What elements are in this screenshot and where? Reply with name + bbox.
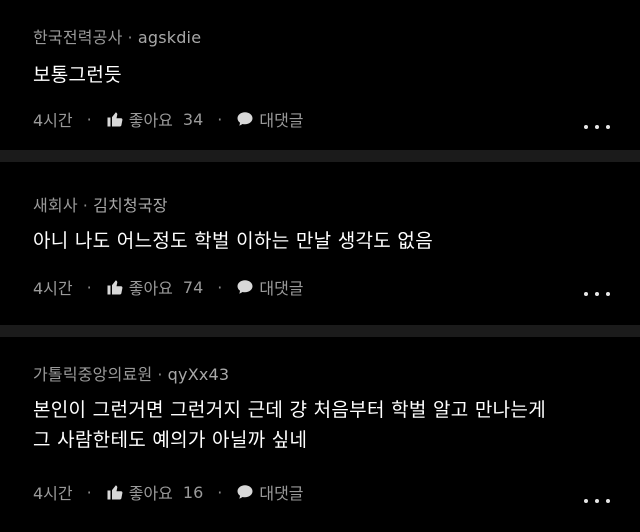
nickname[interactable]: agskdie: [138, 28, 201, 47]
thumbs-up-icon: [107, 280, 123, 295]
meta-separator: ·: [127, 28, 133, 47]
more-options-button[interactable]: [584, 497, 610, 505]
comment-actions: 4시간 · 좋아요 74 · 대댓글: [33, 275, 304, 299]
time-stamp: 4시간: [33, 111, 73, 130]
like-count: 74: [182, 277, 204, 297]
speech-bubble-icon: [237, 112, 253, 126]
comment-author: 새회사 · 김치청국장: [33, 192, 168, 216]
speech-bubble-icon: [237, 485, 253, 499]
more-horizontal-icon: [584, 499, 588, 503]
nickname[interactable]: 김치청국장: [93, 196, 168, 215]
meta-separator: ·: [82, 196, 89, 215]
like-label: 좋아요: [128, 484, 173, 503]
action-separator: ·: [86, 482, 92, 502]
comment-line: 아니 나도 어느정도 학벌 이하는 만날 생각도 없음: [33, 230, 433, 252]
comment-actions: 4시간 · 좋아요 16 · 대댓글: [33, 480, 304, 504]
like-count: 34: [182, 109, 204, 129]
speech-bubble-icon: [237, 280, 253, 294]
comment-item: 한국전력공사 · agskdie 보통그런듯 4시간 · 좋아요 34 · 대댓글: [0, 0, 640, 150]
like-count: 16: [182, 482, 204, 502]
company-name: 새회사: [33, 196, 78, 215]
more-options-button[interactable]: [584, 123, 610, 131]
more-horizontal-icon: [584, 292, 588, 296]
reply-label: 대댓글: [259, 279, 304, 298]
reply-button[interactable]: 대댓글: [236, 480, 304, 504]
like-button[interactable]: 좋아요 34: [106, 107, 204, 131]
nickname[interactable]: qyXx43: [168, 365, 230, 384]
action-separator: ·: [86, 109, 92, 129]
comment-line: 보통그런듯: [33, 64, 122, 86]
thumbs-up-icon: [107, 485, 123, 500]
comment-author: 한국전력공사 · agskdie: [33, 24, 201, 48]
action-separator: ·: [217, 277, 223, 297]
action-separator: ·: [86, 277, 92, 297]
comment-divider: [0, 325, 640, 337]
thumbs-up-icon: [107, 112, 123, 127]
reply-label: 대댓글: [259, 111, 304, 130]
like-button[interactable]: 좋아요 74: [106, 275, 204, 299]
comment-item: 새회사 · 김치청국장 아니 나도 어느정도 학벌 이하는 만날 생각도 없음 4시…: [0, 160, 640, 325]
comment-body: 본인이 그런거면 그런거지 근데 걍 처음부터 학벌 알고 만나는게 그 사람한…: [33, 395, 546, 455]
reply-button[interactable]: 대댓글: [236, 107, 304, 131]
like-button[interactable]: 좋아요 16: [106, 480, 204, 504]
comment-body: 아니 나도 어느정도 학벌 이하는 만날 생각도 없음: [33, 226, 433, 256]
more-options-button[interactable]: [584, 290, 610, 298]
like-label: 좋아요: [128, 279, 173, 298]
comment-line: 그 사람한테도 예의가 아닐까 싶네: [33, 429, 308, 451]
company-name: 한국전력공사: [33, 28, 123, 47]
comment-actions: 4시간 · 좋아요 34 · 대댓글: [33, 107, 304, 131]
meta-separator: ·: [157, 365, 163, 384]
reply-label: 대댓글: [259, 484, 304, 503]
time-stamp: 4시간: [33, 279, 73, 298]
like-label: 좋아요: [128, 111, 173, 130]
comment-line: 본인이 그런거면 그런거지 근데 걍 처음부터 학벌 알고 만나는게: [33, 399, 546, 421]
more-horizontal-icon: [584, 125, 588, 129]
comment-body: 보통그런듯: [33, 60, 122, 90]
action-separator: ·: [217, 482, 223, 502]
comment-author: 가톨릭중앙의료원 · qyXx43: [33, 361, 229, 385]
company-name: 가톨릭중앙의료원: [33, 365, 153, 384]
comment-item: 가톨릭중앙의료원 · qyXx43 본인이 그런거면 그런거지 근데 걍 처음부터 …: [0, 340, 640, 532]
time-stamp: 4시간: [33, 484, 73, 503]
reply-button[interactable]: 대댓글: [236, 275, 304, 299]
action-separator: ·: [217, 109, 223, 129]
